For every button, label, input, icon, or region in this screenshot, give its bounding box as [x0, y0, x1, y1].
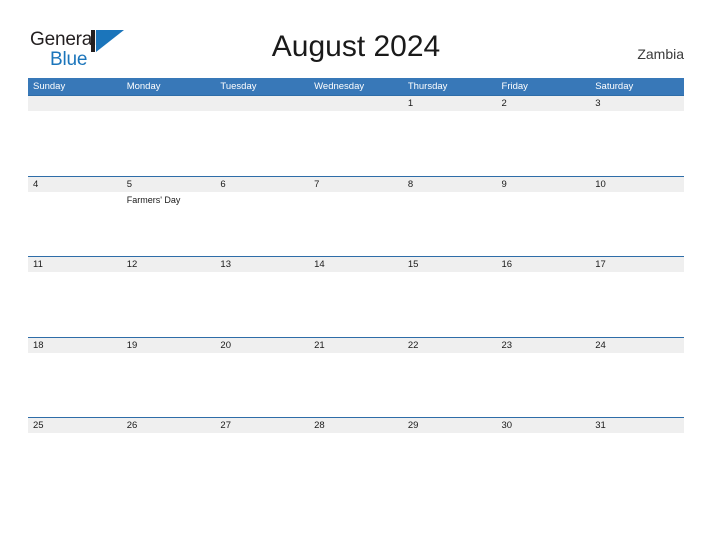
day-cell[interactable]: 5 Farmers' Day — [122, 177, 216, 256]
day-cell[interactable]: 18 — [28, 338, 122, 417]
calendar-weeks: 1 2 3 4 5 Farmers' Day 6 7 8 9 10 11 12 13 14 15 16 17 18 1… — [28, 95, 684, 498]
calendar-week-row: 25 26 27 28 29 30 31 — [28, 417, 684, 498]
day-number: 13 — [220, 259, 231, 271]
day-cell[interactable]: 19 — [122, 338, 216, 417]
day-cell[interactable]: 20 — [215, 338, 309, 417]
calendar-grid: Sunday Monday Tuesday Wednesday Thursday Frid… — [28, 78, 684, 498]
day-number: 27 — [220, 420, 231, 432]
day-cell[interactable]: 9 — [497, 177, 591, 256]
weekday-header-monday: Monday — [126, 81, 161, 92]
day-cell[interactable]: 2 — [497, 96, 591, 175]
day-number: 11 — [33, 259, 43, 271]
day-number: 14 — [314, 259, 325, 271]
day-cell[interactable]: 16 — [497, 257, 591, 336]
day-number: 8 — [407, 178, 414, 190]
day-cell[interactable]: 6 — [215, 177, 309, 256]
day-cell[interactable]: 23 — [497, 338, 591, 417]
day-cell[interactable]: 22 — [403, 338, 497, 417]
calendar-week-row: 11 12 13 14 15 16 17 — [28, 256, 684, 337]
day-cell[interactable]: 12 — [122, 257, 216, 336]
day-cell[interactable]: 25 — [28, 418, 122, 497]
day-cell-empty — [215, 96, 309, 175]
day-number: 17 — [595, 259, 606, 271]
day-number: 5 — [126, 178, 132, 190]
day-number: 16 — [501, 259, 513, 271]
day-number: 31 — [595, 420, 606, 432]
day-cell[interactable]: 7 — [309, 177, 403, 256]
day-number: 1 — [407, 98, 414, 109]
day-cell[interactable]: 30 — [497, 418, 591, 497]
weekday-header-tuesday: Tuesday — [220, 81, 257, 92]
day-cell[interactable]: 26 — [122, 418, 216, 497]
page-title: August 2024 — [271, 30, 441, 63]
day-number: 29 — [407, 420, 419, 432]
day-cell[interactable]: 24 — [590, 338, 684, 417]
weekday-header-thursday: Thursday — [407, 81, 448, 92]
weekday-header-sunday: Sunday — [33, 81, 66, 92]
day-cell[interactable]: 17 — [590, 257, 684, 336]
page-header: General Blue August 2024 Zambia — [0, 0, 712, 76]
day-cell-empty — [28, 96, 122, 175]
weekday-header-friday: Friday — [501, 81, 528, 92]
week-cells: 4 5 Farmers' Day 6 7 8 9 10 — [28, 177, 684, 256]
day-number: 2 — [501, 98, 507, 109]
week-cells: 1 2 3 — [28, 96, 684, 175]
day-cell[interactable]: 27 — [215, 418, 309, 497]
day-number: 21 — [314, 339, 325, 351]
day-cell[interactable]: 31 — [590, 418, 684, 497]
weekday-header-wednesday: Wednesday — [314, 81, 365, 92]
day-cell[interactable]: 13 — [215, 257, 309, 336]
week-cells: 11 12 13 14 15 16 17 — [28, 257, 684, 336]
day-number: 24 — [595, 339, 606, 351]
weekday-header-row: Sunday Monday Tuesday Wednesday Thursday Frid… — [28, 78, 684, 95]
day-number: 4 — [33, 178, 39, 190]
day-number: 3 — [595, 98, 601, 109]
day-cell[interactable]: 4 — [28, 177, 122, 256]
weekday-header-saturday: Saturday — [595, 81, 634, 92]
day-cell[interactable]: 21 — [309, 338, 403, 417]
day-cell-empty — [122, 96, 216, 175]
country-label: Zambia — [637, 46, 684, 62]
day-number: 30 — [501, 420, 513, 432]
day-cell[interactable]: 15 — [403, 257, 497, 336]
week-cells: 18 19 20 21 22 23 24 — [28, 338, 684, 417]
day-number: 6 — [220, 178, 226, 190]
holiday-event-label: Farmers' Day — [126, 194, 181, 205]
day-number: 9 — [501, 178, 507, 190]
day-cell-empty — [309, 96, 403, 175]
day-cell[interactable]: 28 — [309, 418, 403, 497]
day-cell[interactable]: 10 — [590, 177, 684, 256]
day-cell[interactable]: 1 — [403, 96, 497, 175]
day-number: 23 — [501, 339, 513, 351]
day-number: 19 — [126, 339, 138, 351]
day-cell[interactable]: 8 — [403, 177, 497, 256]
day-number: 28 — [314, 420, 325, 432]
day-number: 22 — [407, 339, 419, 351]
calendar-week-row: 1 2 3 — [28, 95, 684, 176]
day-cell[interactable]: 3 — [590, 96, 684, 175]
day-number: 12 — [126, 259, 138, 271]
day-cell[interactable]: 14 — [309, 257, 403, 336]
calendar-week-row: 18 19 20 21 22 23 24 — [28, 336, 684, 418]
day-number: 25 — [33, 420, 44, 432]
week-cells: 25 26 27 28 29 30 31 — [28, 418, 684, 497]
day-cell[interactable]: 11 — [28, 257, 122, 336]
day-cell[interactable]: 29 — [403, 418, 497, 497]
day-number: 15 — [407, 259, 419, 271]
day-number: 20 — [220, 339, 231, 351]
day-number: 18 — [33, 339, 44, 351]
day-number: 7 — [314, 178, 320, 190]
calendar-week-row: 4 5 Farmers' Day 6 7 8 9 10 — [28, 175, 684, 257]
day-number: 10 — [595, 178, 606, 190]
day-number: 26 — [126, 420, 138, 432]
